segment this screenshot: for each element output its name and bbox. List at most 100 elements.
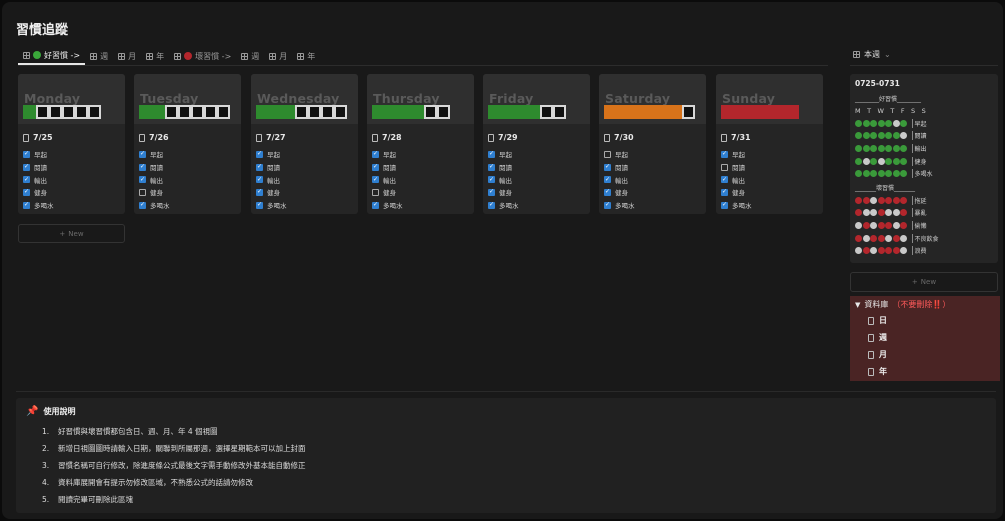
checkbox-checked[interactable]: ✓	[721, 150, 728, 158]
tab-3[interactable]: 年	[141, 48, 169, 64]
red-dot	[900, 209, 907, 217]
habit-label: 早起	[267, 151, 280, 160]
checkbox-checked[interactable]: ✓	[488, 150, 495, 158]
checkbox-unchecked[interactable]	[139, 188, 146, 196]
tab-5[interactable]: 週	[236, 48, 264, 64]
gray-dot	[877, 157, 885, 165]
checkbox-checked[interactable]: ✓	[488, 163, 495, 171]
day-card-wednesday[interactable]: Wednesday 7/27 ✓ 早起 ✓ 閱讀 ✓ 輸出 ✓ 健身 ✓ 多喝水	[251, 74, 358, 214]
checkbox-checked[interactable]: ✓	[604, 163, 611, 171]
checkbox-unchecked[interactable]	[372, 188, 379, 196]
checkbox-checked[interactable]: ✓	[604, 188, 611, 196]
green-dot	[855, 119, 862, 127]
checkbox-checked[interactable]: ✓	[23, 188, 30, 196]
app-window: 習慣追蹤 好習慣 -> 週月年壞習慣 -> 週月年 本週 ⌄ Monday 7/25 ✓…	[2, 2, 1003, 519]
day-card-friday[interactable]: Friday 7/29 ✓ 早起 ✓ 閱讀 ✓ 輸出 ✓ 健身 ✓ 多喝水	[483, 74, 590, 214]
green-dot	[900, 144, 907, 152]
progress-empty-segment	[334, 105, 347, 119]
checkbox-checked[interactable]: ✓	[372, 150, 379, 158]
habit-list: ✓ 早起 ✓ 閱讀 ✓ 輸出 ✓ 健身 ✓ 多喝水	[256, 148, 287, 211]
day-card-saturday[interactable]: Saturday 7/30 早起 ✓ 閱讀 ✓ 輸出 ✓ 健身 ✓ 多喝水	[599, 74, 706, 214]
checkbox-checked[interactable]: ✓	[139, 201, 146, 209]
checkbox-checked[interactable]: ✓	[256, 150, 263, 158]
tab-7[interactable]: 年	[292, 48, 320, 64]
tab-6[interactable]: 月	[264, 48, 292, 64]
summary-row-label: 暴亂	[911, 208, 927, 218]
habit-item: 健身	[372, 186, 403, 199]
tab-0[interactable]: 好習慣 ->	[18, 47, 86, 65]
checkbox-checked[interactable]: ✓	[604, 176, 611, 184]
database-item[interactable]: 日	[868, 315, 887, 326]
habit-item: ✓ 多喝水	[256, 199, 287, 212]
checkbox-checked[interactable]: ✓	[372, 163, 379, 171]
checkbox-checked[interactable]: ✓	[372, 201, 379, 209]
card-date: 7/31	[731, 133, 751, 142]
checkbox-checked[interactable]: ✓	[721, 188, 728, 196]
checkbox-checked[interactable]: ✓	[139, 176, 146, 184]
habit-item: ✓ 閱讀	[604, 161, 635, 174]
database-item[interactable]: 週	[868, 332, 887, 343]
week-summary-card[interactable]: 0725-0731 ________好習慣________ M T W T F …	[850, 74, 998, 263]
database-toggle[interactable]: ▼ 資料庫 （不要刪除‼️）	[855, 299, 950, 310]
tab-1[interactable]: 週	[85, 48, 113, 64]
checkbox-checked[interactable]: ✓	[256, 188, 263, 196]
checkbox-checked[interactable]: ✓	[721, 201, 728, 209]
tab-this-week[interactable]: 本週 ⌄	[853, 49, 891, 60]
checkbox-checked[interactable]: ✓	[256, 201, 263, 209]
checkbox-checked[interactable]: ✓	[23, 150, 30, 158]
checkbox-checked[interactable]: ✓	[488, 188, 495, 196]
tab-4[interactable]: 壞習慣 ->	[169, 48, 236, 64]
checkbox-checked[interactable]: ✓	[488, 201, 495, 209]
database-item[interactable]: 月	[868, 349, 887, 360]
grid-icon	[90, 52, 98, 60]
checkbox-checked[interactable]: ✓	[488, 176, 495, 184]
habit-label: 閱讀	[615, 164, 628, 173]
habit-item: ✓ 健身	[604, 186, 635, 199]
tab-2[interactable]: 月	[113, 48, 141, 64]
day-card-thursday[interactable]: Thursday 7/28 ✓ 早起 ✓ 閱讀 ✓ 輸出 健身 ✓ 多喝水	[367, 74, 474, 214]
habit-item: ✓ 輸出	[139, 173, 170, 186]
day-card-sunday[interactable]: Sunday 7/31 ✓ 早起 閱讀 ✓ 輸出 ✓ 健身 ✓ 多喝水	[716, 74, 823, 214]
day-card-tuesday[interactable]: Tuesday 7/26 ✓ 早起 ✓ 閱讀 ✓ 輸出 健身 ✓ 多喝水	[134, 74, 241, 214]
checkbox-checked[interactable]: ✓	[139, 163, 146, 171]
day-card-monday[interactable]: Monday 7/25 ✓ 早起 ✓ 閱讀 ✓ 輸出 ✓ 健身 ✓ 多喝水	[18, 74, 125, 214]
progress-filled-segment	[721, 105, 734, 119]
progress-filled-segment	[23, 105, 36, 119]
gray-dot	[870, 247, 877, 255]
checkbox-unchecked[interactable]	[604, 150, 611, 158]
new-day-button[interactable]: + New	[18, 224, 125, 243]
checkbox-checked[interactable]: ✓	[721, 176, 728, 184]
checkbox-checked[interactable]: ✓	[256, 163, 263, 171]
habit-item: ✓ 輸出	[604, 173, 635, 186]
checkbox-checked[interactable]: ✓	[23, 201, 30, 209]
database-item[interactable]: 年	[868, 366, 887, 377]
habit-label: 閱讀	[34, 164, 47, 173]
gray-dot	[870, 209, 877, 217]
calendar-icon	[118, 52, 126, 60]
chevron-down-icon[interactable]: ⌄	[884, 50, 891, 59]
checkbox-checked[interactable]: ✓	[139, 150, 146, 158]
checkbox-checked[interactable]: ✓	[256, 176, 263, 184]
new-week-button[interactable]: + New	[850, 272, 998, 292]
tab-label: 月	[128, 51, 137, 61]
checkbox-checked[interactable]: ✓	[23, 163, 30, 171]
summary-row-label: 拖延	[911, 195, 927, 205]
card-date: 7/27	[266, 133, 286, 142]
progress-filled-segment	[385, 105, 398, 119]
habit-label: 健身	[150, 189, 163, 198]
checkbox-checked[interactable]: ✓	[604, 201, 611, 209]
checkbox-checked[interactable]: ✓	[372, 176, 379, 184]
green-dot	[870, 132, 877, 140]
checkbox-unchecked[interactable]	[721, 163, 728, 171]
database-item-label: 年	[879, 367, 887, 376]
checkbox-checked[interactable]: ✓	[23, 176, 30, 184]
red-dot	[877, 247, 885, 255]
summary-row: 多喝水	[855, 169, 933, 179]
habit-item: ✓ 閱讀	[256, 161, 287, 174]
gray-dot	[885, 234, 892, 242]
tab-this-week-label: 本週	[864, 50, 880, 59]
habit-label: 輸出	[732, 176, 745, 185]
progress-bar	[604, 105, 695, 119]
card-date-row: 7/30	[604, 133, 634, 142]
instruction-number: 1.	[42, 427, 50, 436]
